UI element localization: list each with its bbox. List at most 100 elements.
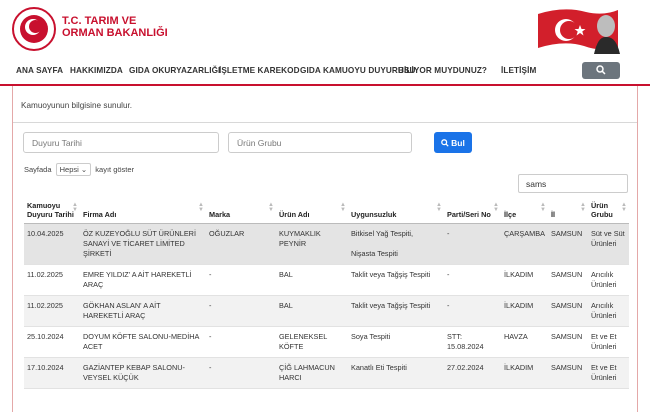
table-cell: Et ve Et Ürünleri: [588, 357, 629, 389]
table-cell: 11.02.2025: [24, 295, 80, 327]
sort-icon: ▲ ▼: [580, 202, 586, 213]
column-header[interactable]: Marka ▲ ▼: [206, 198, 276, 224]
table-cell: -: [206, 264, 276, 296]
ministry-logo[interactable]: [12, 7, 56, 51]
table-cell: 25.10.2024: [24, 326, 80, 358]
table-cell: GELENEKSEL KÖFTE: [276, 326, 348, 358]
sort-icon: ▲ ▼: [72, 202, 78, 213]
table-cell: -: [206, 295, 276, 327]
nav-home[interactable]: ANA SAYFA: [16, 66, 63, 75]
column-header[interactable]: Kamuoyu Duyuru Tarihi ▲ ▼: [24, 198, 80, 224]
sort-icon: ▲ ▼: [493, 202, 499, 213]
table-cell: SAMSUN: [548, 357, 588, 389]
table-cell: Taklit veya Tağşiş Tespiti: [348, 264, 444, 296]
table-row[interactable]: 10.04.2025 ÖZ KUZEYOĞLU SÜT ÜRÜNLERİ SANA…: [24, 223, 629, 265]
table-cell: Soya Tespiti: [348, 326, 444, 358]
page-length-select[interactable]: Hepsi ⌄: [55, 163, 92, 176]
table-cell: 27.02.2024: [444, 357, 501, 389]
table-cell: -: [206, 326, 276, 358]
nav-contact[interactable]: İLETİŞİM: [501, 66, 536, 75]
site-header: T.C. TARIM VE ORMAN BAKANLIĞI: [0, 0, 650, 60]
table-cell: GAZİANTEP KEBAP SALONU-VEYSEL KÜÇÜK: [80, 357, 206, 389]
table-cell: SAMSUN: [548, 326, 588, 358]
column-header[interactable]: Ürün Adı ▲ ▼: [276, 198, 348, 224]
table-cell: EMRE YILDIZ' A AİT HAREKETLİ ARAÇ: [80, 264, 206, 296]
table-cell: Bitkisel Yağ Tespiti, Nişasta Tespiti: [348, 223, 444, 265]
sort-icon: ▲ ▼: [268, 202, 274, 213]
table-cell: OĞUZLAR: [206, 223, 276, 265]
sort-icon: ▲ ▼: [436, 202, 442, 213]
sort-icon: ▲ ▼: [198, 202, 204, 213]
table-filter-input[interactable]: sams: [518, 174, 628, 193]
clipped-text-line: [21, 84, 421, 89]
table-cell: 17.10.2024: [24, 357, 80, 389]
find-button-label: Bul: [451, 137, 465, 148]
table-cell: 10.04.2025: [24, 223, 80, 265]
column-header[interactable]: İl ▲ ▼: [548, 198, 588, 224]
table-row[interactable]: 17.10.2024 GAZİANTEP KEBAP SALONU-VEYSEL …: [24, 357, 629, 389]
ministry-name[interactable]: T.C. TARIM VE ORMAN BAKANLIĞI: [62, 15, 168, 39]
table-cell: İLKADIM: [501, 295, 548, 327]
table-cell: Et ve Et Ürünleri: [588, 326, 629, 358]
table-cell: -: [444, 295, 501, 327]
find-button[interactable]: Bul: [434, 132, 472, 153]
intro-text: Kamuoyunun bilgisine sunulur.: [21, 101, 133, 110]
table-cell: SAMSUN: [548, 295, 588, 327]
nav-business-qr[interactable]: İŞLETME KAREKOD: [219, 66, 300, 75]
table-cell: 11.02.2025: [24, 264, 80, 296]
page-length-value: Hepsi: [59, 165, 79, 174]
table-cell: BAL: [276, 295, 348, 327]
table-row[interactable]: 11.02.2025 EMRE YILDIZ' A AİT HAREKETLİ A…: [24, 264, 629, 296]
table-cell: Arıcılık Ürünleri: [588, 295, 629, 327]
table-cell: ÖZ KUZEYOĞLU SÜT ÜRÜNLERİ SANAYİ VE TİCA…: [80, 223, 206, 265]
page-length-suffix: kayıt göster: [95, 165, 135, 174]
table-cell: Kanatlı Eti Tespiti: [348, 357, 444, 389]
brand-line1: T.C. TARIM VE: [62, 15, 137, 27]
table-cell: Süt ve Süt Ürünleri: [588, 223, 629, 265]
page-length-control: Sayfada Hepsi ⌄ kayıt göster: [24, 163, 134, 176]
announcements-table: Kamuoyu Duyuru Tarihi ▲ ▼ Firma Adı ▲ ▼ Mark…: [24, 198, 629, 389]
column-header[interactable]: Uygunsuzluk ▲ ▼: [348, 198, 444, 224]
sort-icon: ▲ ▼: [621, 202, 627, 213]
column-header[interactable]: İlçe ▲ ▼: [501, 198, 548, 224]
sort-icon: ▲ ▼: [340, 202, 346, 213]
search-icon: [441, 138, 449, 147]
table-header-row: Kamuoyu Duyuru Tarihi ▲ ▼ Firma Adı ▲ ▼ Mark…: [24, 198, 629, 224]
announcement-panel: Kamuoyunun bilgisine sunulur. Duyuru Tar…: [12, 86, 638, 412]
product-group-input[interactable]: Ürün Grubu: [228, 132, 412, 153]
brand-line2: ORMAN BAKANLIĞI: [62, 27, 168, 39]
table-cell: ÇİĞ LAHMACUN HARCI: [276, 357, 348, 389]
nav-food-literacy[interactable]: GIDA OKURYAZARLIĞI: [129, 66, 220, 75]
nav-about[interactable]: HAKKIMIZDA: [70, 66, 123, 75]
table-row[interactable]: 25.10.2024 DOYUM KÖFTE SALONU-MEDİHA ACET…: [24, 326, 629, 358]
table-cell: -: [206, 357, 276, 389]
column-header[interactable]: Ürün Grubu ▲ ▼: [588, 198, 629, 224]
nav-did-you-know[interactable]: BİLİYOR MUYDUNUZ?: [398, 66, 487, 75]
announcement-date-input[interactable]: Duyuru Tarihi: [23, 132, 219, 153]
column-header[interactable]: Parti/Seri No ▲ ▼: [444, 198, 501, 224]
chevron-down-icon: ⌄: [80, 165, 88, 174]
table-cell: KUYMAKLIK PEYNİR: [276, 223, 348, 265]
table-cell: STT: 15.08.2024: [444, 326, 501, 358]
table-cell: SAMSUN: [548, 264, 588, 296]
table-cell: BAL: [276, 264, 348, 296]
search-icon: [596, 65, 606, 75]
table-cell: HAVZA: [501, 326, 548, 358]
table-row[interactable]: 11.02.2025 GÖKHAN ASLAN' A AİT HAREKETLİ …: [24, 295, 629, 327]
table-cell: SAMSUN: [548, 223, 588, 265]
sort-icon: ▲ ▼: [540, 202, 546, 213]
table-cell: -: [444, 264, 501, 296]
table-cell: ÇARŞAMBA: [501, 223, 548, 265]
column-header[interactable]: Firma Adı ▲ ▼: [80, 198, 206, 224]
table-cell: GÖKHAN ASLAN' A AİT HAREKETLİ ARAÇ: [80, 295, 206, 327]
page-length-prefix: Sayfada: [24, 165, 52, 174]
table-cell: Arıcılık Ürünleri: [588, 264, 629, 296]
flag-portrait-banner: [538, 9, 620, 54]
main-nav: ANA SAYFA HAKKIMIZDA GIDA OKURYAZARLIĞI …: [0, 60, 650, 86]
table-cell: İLKADIM: [501, 264, 548, 296]
search-button[interactable]: [582, 62, 620, 79]
table-cell: DOYUM KÖFTE SALONU-MEDİHA ACET: [80, 326, 206, 358]
table-cell: Taklit veya Tağşiş Tespiti: [348, 295, 444, 327]
divider: [13, 122, 637, 123]
table-cell: -: [444, 223, 501, 265]
